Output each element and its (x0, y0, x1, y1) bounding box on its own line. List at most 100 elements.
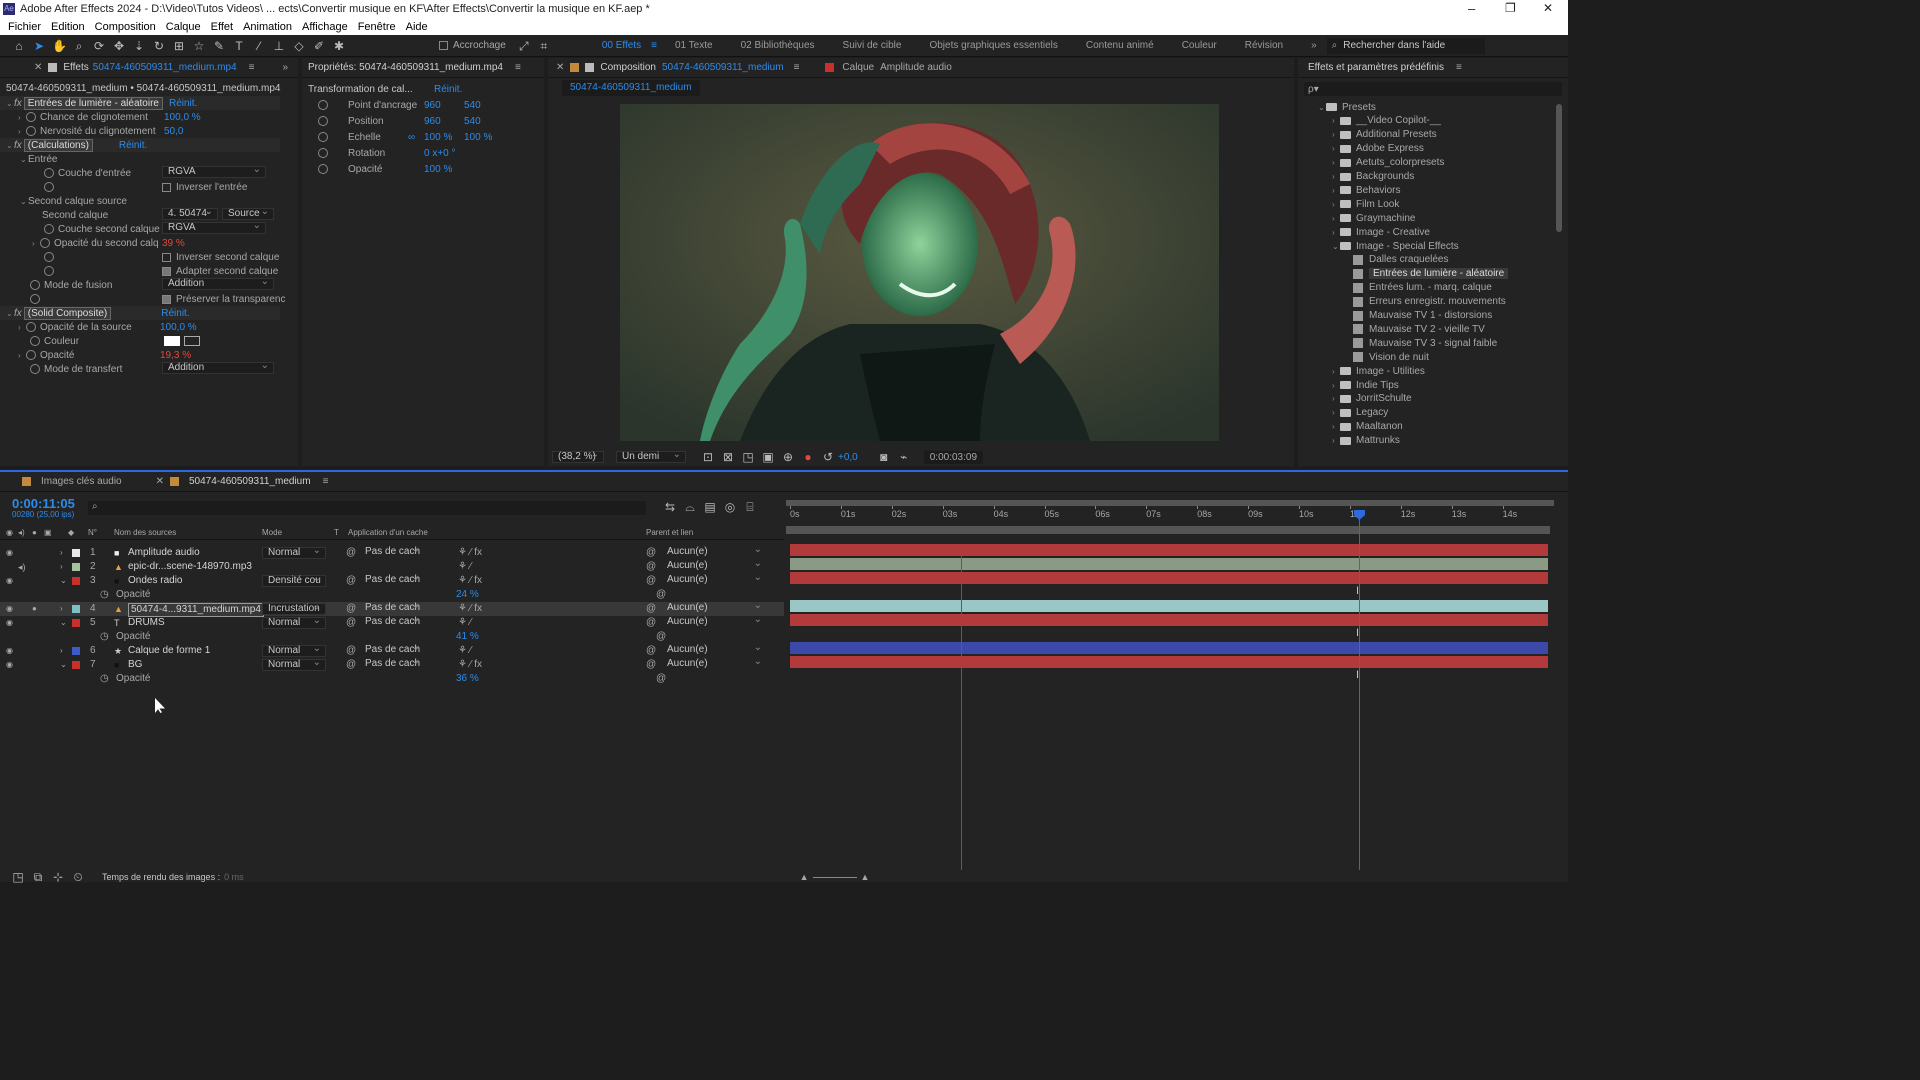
timeline-search-input[interactable]: ⌕ (88, 501, 646, 515)
inverser-entree[interactable]: Inverser l'entrée (162, 180, 247, 194)
link-icon[interactable]: ∞ (408, 132, 424, 143)
workspace-tab[interactable]: Objets graphiques essentiels (929, 40, 1057, 51)
layer-name[interactable]: 50474-4...9311_medium.mp4 (128, 603, 264, 617)
layer-name[interactable]: Ondes radio (128, 574, 182, 588)
label-icon[interactable]: ◆ (68, 526, 74, 540)
solo-dot-icon[interactable]: ● (32, 602, 37, 616)
track-matte-dropdown[interactable]: Pas de cach (360, 615, 424, 629)
reset-exposure-icon[interactable]: ↺ (821, 450, 835, 464)
preset-folder[interactable]: › JorritSchulte (1332, 392, 1412, 406)
frame-blending-icon[interactable]: ▤ (703, 500, 717, 514)
menu-item[interactable]: Edition (51, 21, 85, 33)
expression-pickwhip-icon[interactable]: @ (656, 588, 666, 602)
preserver[interactable]: Préserver la transparenc (162, 292, 286, 306)
eye-icon[interactable]: ◉ (6, 546, 13, 560)
inverser-second-checkbox[interactable] (162, 252, 171, 262)
chevron-right-icon[interactable]: › (60, 644, 63, 658)
blend-mode-dropdown[interactable]: Normal (262, 644, 326, 657)
preset-folder[interactable]: › Behaviors (1332, 183, 1400, 197)
chevron-right-icon[interactable]: › (1332, 436, 1340, 445)
stopwatch-icon[interactable] (44, 252, 54, 262)
chevron-right-icon[interactable]: › (1332, 394, 1340, 403)
comp-mini-flowchart-icon[interactable]: ⇆ (663, 500, 677, 514)
lock-icon[interactable] (48, 63, 58, 72)
lock-column-icon[interactable]: ▣ (44, 526, 52, 540)
transfer-controls-icon[interactable]: ⧉ (31, 870, 45, 884)
menu-item[interactable]: Composition (95, 21, 156, 33)
preset-folder[interactable]: › Backgrounds (1332, 170, 1414, 184)
hand-tool-icon[interactable]: ✋ (52, 39, 67, 53)
time-navigator[interactable] (786, 526, 1550, 534)
layer-tab-label[interactable]: Calque (842, 62, 874, 73)
preset-folder[interactable]: › Image - Utilities (1332, 364, 1425, 378)
layer-row[interactable]: ◉ ⌄ 3 ■ Ondes radio Densité cou @ Pas de cach ⚘ … (0, 573, 784, 588)
layer-switches[interactable]: ⚘ ⁄ fx (458, 658, 482, 672)
clone-tool-icon[interactable]: ⊥ (272, 39, 286, 53)
workspace-tab[interactable]: Suivi de cible (843, 40, 902, 51)
lock-icon[interactable] (585, 63, 595, 72)
close-button[interactable]: ✕ (1543, 1, 1553, 15)
stopwatch-icon[interactable] (30, 364, 40, 374)
fx-icon[interactable]: fx (14, 308, 22, 319)
chevron-down-icon[interactable]: ⌄ (1318, 103, 1326, 112)
snap-options-icon[interactable]: ⌗ (537, 39, 551, 53)
couche-entree-dropdown[interactable]: RGVA (162, 165, 266, 178)
workspace-tab[interactable]: 02 Bibliothèques (741, 40, 815, 51)
track-matte-dropdown[interactable]: Pas de cach (360, 545, 424, 559)
opacity-value[interactable]: 24 % (456, 588, 479, 602)
parent-dropdown[interactable]: Aucun(e) (662, 657, 766, 671)
preset-folder[interactable]: › Maaltanon (1332, 420, 1403, 434)
layer-row[interactable]: ◉ ⌄ 5 T DRUMS Normal @ Pas de cach ⚘ ⁄ @ Aucun(e) (0, 615, 784, 630)
eyedropper-icon[interactable] (184, 336, 200, 346)
chevron-right-icon[interactable]: › (60, 546, 63, 560)
mask-icon[interactable]: ◳ (741, 450, 755, 464)
properties-tab[interactable]: Propriétés: 50474-460509311_medium.mp4 (308, 62, 503, 73)
layer-tab-name[interactable]: Amplitude audio (880, 62, 952, 73)
preset-item[interactable]: Vision de nuit (1353, 350, 1429, 364)
preset-item[interactable]: Mauvaise TV 2 - vieille TV (1353, 322, 1485, 336)
scale-x[interactable]: 100 % (424, 132, 464, 143)
chevron-right-icon[interactable]: › (1332, 144, 1340, 153)
orbit-tool-icon[interactable]: ⟳ (92, 39, 106, 53)
parent-dropdown[interactable]: Aucun(e) (662, 601, 766, 615)
layer-bar[interactable] (790, 600, 1548, 612)
preset-folder[interactable]: ⌄ Presets (1318, 100, 1376, 114)
fx3-name[interactable]: (Solid Composite) (23, 306, 112, 320)
workspaces-more-button[interactable]: » (1311, 40, 1317, 51)
eye-icon[interactable]: ◉ (6, 658, 13, 672)
fx1-reset[interactable]: Réinit. (169, 98, 197, 109)
zoom-tool-icon[interactable]: ⌕ (72, 39, 86, 53)
track-matte-dropdown[interactable]: Pas de cach (360, 657, 424, 671)
composition-viewer[interactable] (620, 104, 1219, 441)
menu-item[interactable]: Fichier (8, 21, 41, 33)
preset-item[interactable]: Mauvaise TV 1 - distorsions (1353, 309, 1492, 323)
snap-icon[interactable]: ⤢ (517, 39, 531, 53)
label-color-swatch[interactable] (72, 563, 80, 571)
eraser-tool-icon[interactable]: ◇ (292, 39, 306, 53)
presets-search-input[interactable]: ρ▾ (1304, 82, 1562, 96)
workspace-menu-icon[interactable]: ≡ (651, 40, 657, 51)
track-matte-pickwhip-icon[interactable]: @ (346, 644, 356, 658)
eye-icon[interactable]: ◉ (6, 574, 13, 588)
parent-pickwhip-icon[interactable]: @ (646, 560, 656, 574)
second-calque-source-dropdown[interactable]: Source (222, 207, 274, 220)
panel-menu-icon[interactable]: ≡ (1456, 62, 1462, 73)
type-tool-icon[interactable]: T (232, 39, 246, 53)
label-color-swatch[interactable] (72, 661, 80, 669)
opacity-value[interactable]: 100 % (424, 164, 452, 175)
parent-dropdown[interactable]: Aucun(e) (662, 559, 766, 573)
shape-tool-icon[interactable]: ☆ (192, 39, 206, 53)
mode-transfert-dropdown[interactable]: Addition (162, 361, 274, 374)
layer-name[interactable]: DRUMS (128, 616, 165, 630)
preset-folder[interactable]: › Aetuts_colorpresets (1332, 156, 1444, 170)
parent-pickwhip-icon[interactable]: @ (646, 644, 656, 658)
maximize-button[interactable]: ❐ (1505, 1, 1516, 15)
parent-dropdown[interactable]: Aucun(e) (662, 643, 766, 657)
stopwatch-icon[interactable] (26, 350, 36, 360)
track-matte-pickwhip-icon[interactable]: @ (346, 574, 356, 588)
stopwatch-icon[interactable] (44, 224, 54, 234)
blend-mode-dropdown[interactable]: Densité cou (262, 574, 326, 587)
parent-pickwhip-icon[interactable]: @ (646, 602, 656, 616)
playhead-line[interactable] (1359, 512, 1360, 870)
stopwatch-icon[interactable]: ◷ (100, 588, 109, 602)
